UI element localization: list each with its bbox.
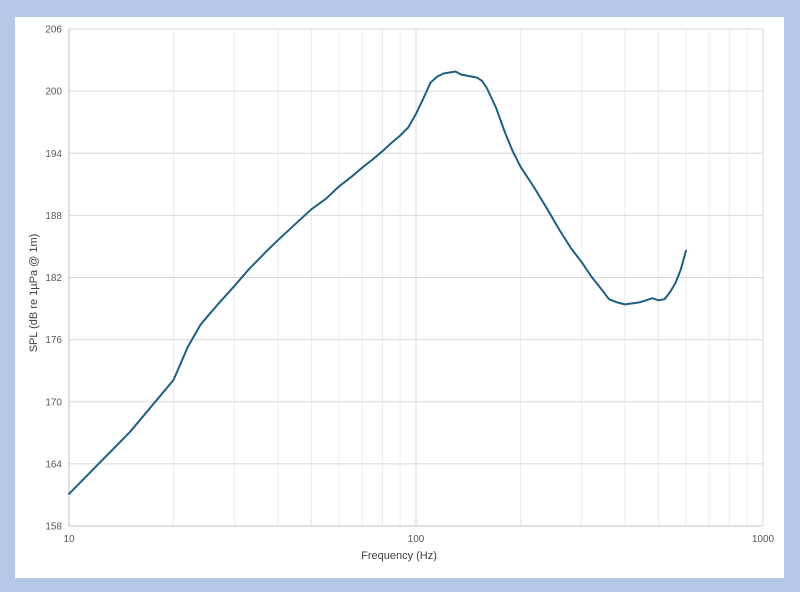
- y-tick-label: 206: [45, 25, 62, 36]
- y-tick-label: 164: [45, 459, 62, 470]
- chart-area: 158 164 170 176 182 188 194 200 206 10 100 1000 Fre…: [15, 17, 784, 578]
- x-axis-title: Frequency (Hz): [361, 550, 437, 562]
- spl-series-line: [68, 70, 687, 495]
- y-tick-label: 182: [45, 273, 62, 284]
- x-tick-label: 10: [63, 534, 75, 545]
- x-tick-label: 1000: [752, 534, 775, 545]
- tick-labels: 158 164 170 176 182 188 194 200 206 10 100 1000: [45, 25, 774, 546]
- x-tick-label: 100: [408, 534, 425, 545]
- y-tick-label: 188: [45, 211, 62, 222]
- series-layer: [68, 70, 687, 495]
- y-tick-label: 170: [45, 397, 62, 408]
- spl-frequency-chart: 158 164 170 176 182 188 194 200 206 10 100 1000 Fre…: [28, 25, 775, 563]
- y-tick-label: 176: [45, 335, 62, 346]
- y-tick-label: 200: [45, 87, 62, 98]
- y-tick-label: 158: [45, 522, 62, 533]
- y-tick-label: 194: [45, 149, 62, 160]
- y-axis-title: SPL (dB re 1µPa @ 1m): [28, 234, 40, 353]
